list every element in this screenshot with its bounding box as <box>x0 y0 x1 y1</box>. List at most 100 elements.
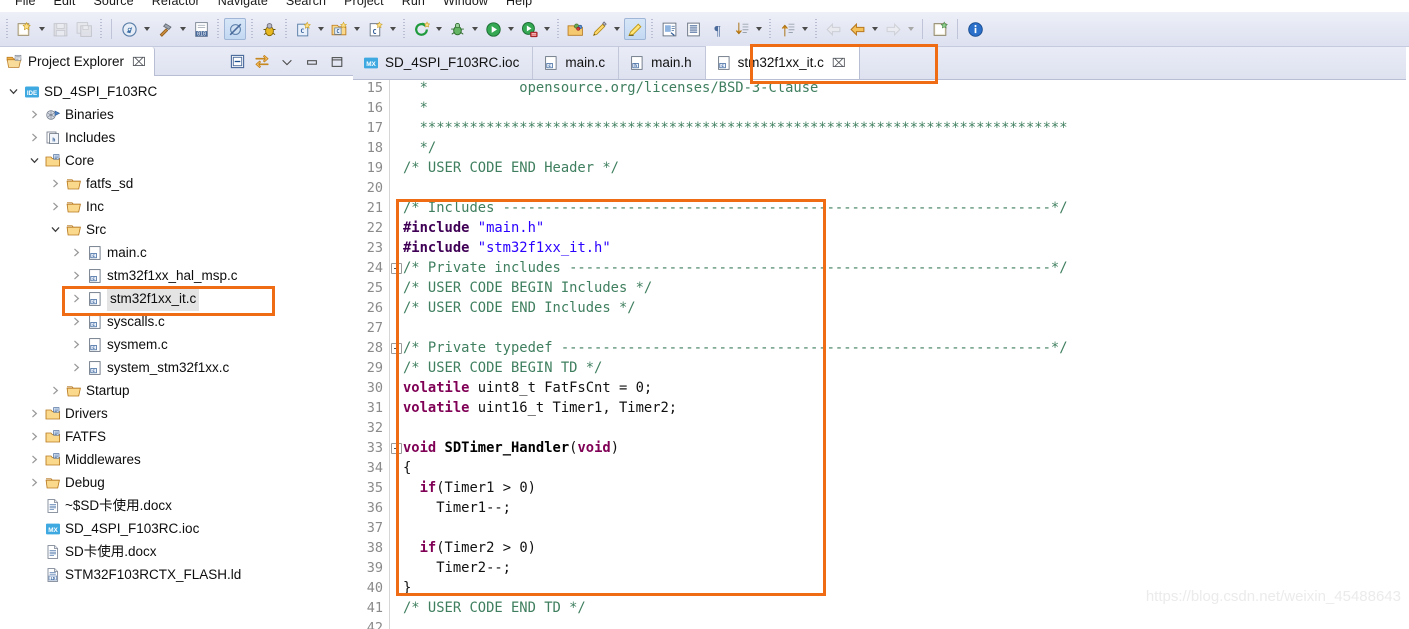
code-folding-column[interactable] <box>391 80 403 629</box>
toolbar-next-annotation-icon[interactable] <box>730 18 752 40</box>
toolbar-back-icon[interactable] <box>846 18 868 40</box>
toolbar-previous-annotation-icon-dropdown-arrow[interactable] <box>799 18 810 40</box>
menu-item-refactor[interactable]: Refactor <box>143 0 209 12</box>
toolbar-forward-icon[interactable] <box>882 18 904 40</box>
fold-collapse-icon[interactable] <box>391 343 402 354</box>
tree-item-stm32f1xx-it-c[interactable]: c stm32f1xx_it.c <box>0 286 353 311</box>
chevron-right-icon[interactable] <box>69 361 83 375</box>
toolbar-new-c-project-icon[interactable]: C <box>292 18 314 40</box>
toolbar-new-icon[interactable] <box>13 18 35 40</box>
tree-item-sd-4spi-f103rc-ioc[interactable]: MX SD_4SPI_F103RC.ioc <box>0 517 353 540</box>
toolbar-back-history-icon[interactable] <box>822 18 844 40</box>
tree-item-startup[interactable]: Startup <box>0 379 353 402</box>
code-line[interactable]: /* USER CODE END TD */ <box>403 598 586 618</box>
chevron-right-icon[interactable] <box>27 108 41 122</box>
code-line[interactable]: * <box>403 98 428 118</box>
toolbar-new-icon-dropdown-arrow[interactable] <box>36 18 47 40</box>
toolbar-new-c-folder-icon[interactable]: C <box>328 18 350 40</box>
code-line[interactable]: { <box>403 458 411 478</box>
tree-item-src[interactable]: Src <box>0 218 353 241</box>
toolbar-hammer-build-icon[interactable] <box>154 18 176 40</box>
toolbar-build-all-icon-dropdown-arrow[interactable] <box>141 18 152 40</box>
editor-tab-main-h[interactable]: h main.h <box>619 46 706 79</box>
menu-item-window[interactable]: Window <box>434 0 497 12</box>
chevron-right-icon[interactable] <box>69 292 83 306</box>
close-icon[interactable]: ⌧ <box>832 56 846 70</box>
toolbar-skip-breakpoints-icon[interactable] <box>224 18 246 40</box>
tree-item-stm32f1xx-hal-msp-c[interactable]: c stm32f1xx_hal_msp.c <box>0 264 353 287</box>
editor-tab-main-c[interactable]: c main.c <box>533 46 620 79</box>
close-icon[interactable]: ⌧ <box>132 55 146 69</box>
fold-collapse-icon[interactable] <box>391 443 402 454</box>
menu-item-file[interactable]: File <box>6 0 45 12</box>
tree-item-fatfs[interactable]: FATFS <box>0 425 353 448</box>
toolbar-forward-icon-dropdown-arrow[interactable] <box>905 18 916 40</box>
code-line[interactable]: /* Private includes --------------------… <box>403 258 1068 278</box>
toolbar-binary-010-icon[interactable]: 010 <box>190 18 212 40</box>
chevron-right-icon[interactable] <box>69 338 83 352</box>
tree-item-binaries[interactable]: Binaries <box>0 103 353 126</box>
chevron-right-icon[interactable] <box>27 453 41 467</box>
toolbar-info-icon[interactable] <box>964 18 986 40</box>
code-line[interactable]: void SDTimer_Handler(void) <box>403 438 619 458</box>
toolbar-back-icon-dropdown-arrow[interactable] <box>869 18 880 40</box>
code-line[interactable]: /* USER CODE END Includes */ <box>403 298 636 318</box>
code-line[interactable]: ****************************************… <box>403 118 1068 138</box>
toolbar-run-icon[interactable] <box>482 18 504 40</box>
editor-tab-stm32f1xx-it-c[interactable]: c stm32f1xx_it.c ⌧ <box>705 46 860 79</box>
chevron-right-icon[interactable] <box>27 407 41 421</box>
code-line[interactable]: /* USER CODE END Header */ <box>403 158 619 178</box>
tree-item-fatfs-sd[interactable]: fatfs_sd <box>0 172 353 195</box>
tree-item-sd-4spi-f103rc[interactable]: IDE SD_4SPI_F103RC <box>0 80 353 103</box>
toolbar-new-c-file-icon[interactable]: C <box>364 18 386 40</box>
tree-item-middlewares[interactable]: Middlewares <box>0 448 353 471</box>
code-line[interactable]: /* USER CODE BEGIN Includes */ <box>403 278 652 298</box>
toolbar-pilcrow-icon[interactable]: ¶ <box>706 18 728 40</box>
code-line[interactable]: /* Includes ----------------------------… <box>403 198 1068 218</box>
chevron-right-icon[interactable] <box>48 200 62 214</box>
toolbar-previous-annotation-icon[interactable] <box>776 18 798 40</box>
menu-item-search[interactable]: Search <box>277 0 335 12</box>
menu-item-run[interactable]: Run <box>393 0 434 12</box>
tab-project-explorer[interactable]: Project Explorer ⌧ <box>0 47 155 76</box>
chevron-right-icon[interactable] <box>48 177 62 191</box>
chevron-right-icon[interactable] <box>69 315 83 329</box>
code-line[interactable]: if(Timer2 > 0) <box>403 538 536 558</box>
toolbar-save-all-icon[interactable] <box>73 18 95 40</box>
chevron-down-icon[interactable] <box>6 85 20 99</box>
fold-collapse-icon[interactable] <box>391 263 402 274</box>
collapse-all-icon[interactable] <box>229 54 245 70</box>
minimize-icon[interactable] <box>304 54 320 70</box>
toolbar-debug-green-bug-icon-dropdown-arrow[interactable] <box>469 18 480 40</box>
toolbar-next-annotation-icon-dropdown-arrow[interactable] <box>753 18 764 40</box>
maximize-icon[interactable] <box>329 54 345 70</box>
tree-item-inc[interactable]: Inc <box>0 195 353 218</box>
toolbar-build-all-icon[interactable] <box>118 18 140 40</box>
code-line[interactable]: */ <box>403 138 437 158</box>
code-line[interactable]: /* USER CODE BEGIN TD */ <box>403 358 602 378</box>
tree-item-syscalls-c[interactable]: c syscalls.c <box>0 310 353 333</box>
menu-item-source[interactable]: Source <box>85 0 143 12</box>
toolbar-toggle-block-selection-icon[interactable] <box>658 18 680 40</box>
code-line[interactable]: /* Private typedef ---------------------… <box>403 338 1068 358</box>
tree-item-main-c[interactable]: c main.c <box>0 241 353 264</box>
chevron-right-icon[interactable] <box>27 430 41 444</box>
tree-item-debug[interactable]: Debug <box>0 471 353 494</box>
code-line[interactable]: volatile uint16_t Timer1, Timer2; <box>403 398 677 418</box>
tree-item-sysmem-c[interactable]: c sysmem.c <box>0 333 353 356</box>
toolbar-save-icon[interactable] <box>49 18 71 40</box>
code-line[interactable]: Timer1--; <box>403 498 511 518</box>
source-code-text[interactable]: * opensource.org/licenses/BSD-3-Clause *… <box>403 80 1409 629</box>
code-line[interactable]: Timer2--; <box>403 558 511 578</box>
tree-item-sd-docx[interactable]: SD卡使用.docx <box>0 540 353 563</box>
tree-item-system-stm32f1xx-c[interactable]: c system_stm32f1xx.c <box>0 356 353 379</box>
toolbar-debug-green-bug-icon[interactable] <box>446 18 468 40</box>
project-tree[interactable]: IDE SD_4SPI_F103RC Binaries h Includes Core fa… <box>0 76 353 629</box>
toolbar-run-icon-dropdown-arrow[interactable] <box>505 18 516 40</box>
toolbar-pencil-edit-icon-dropdown-arrow[interactable] <box>611 18 622 40</box>
tree-item-drivers[interactable]: Drivers <box>0 402 353 425</box>
code-line[interactable]: if(Timer1 > 0) <box>403 478 536 498</box>
tree-item-sd-docx[interactable]: ~$SD卡使用.docx <box>0 494 353 517</box>
toolbar-show-whitespace-icon[interactable] <box>682 18 704 40</box>
toolbar-new-c-folder-icon-dropdown-arrow[interactable] <box>351 18 362 40</box>
